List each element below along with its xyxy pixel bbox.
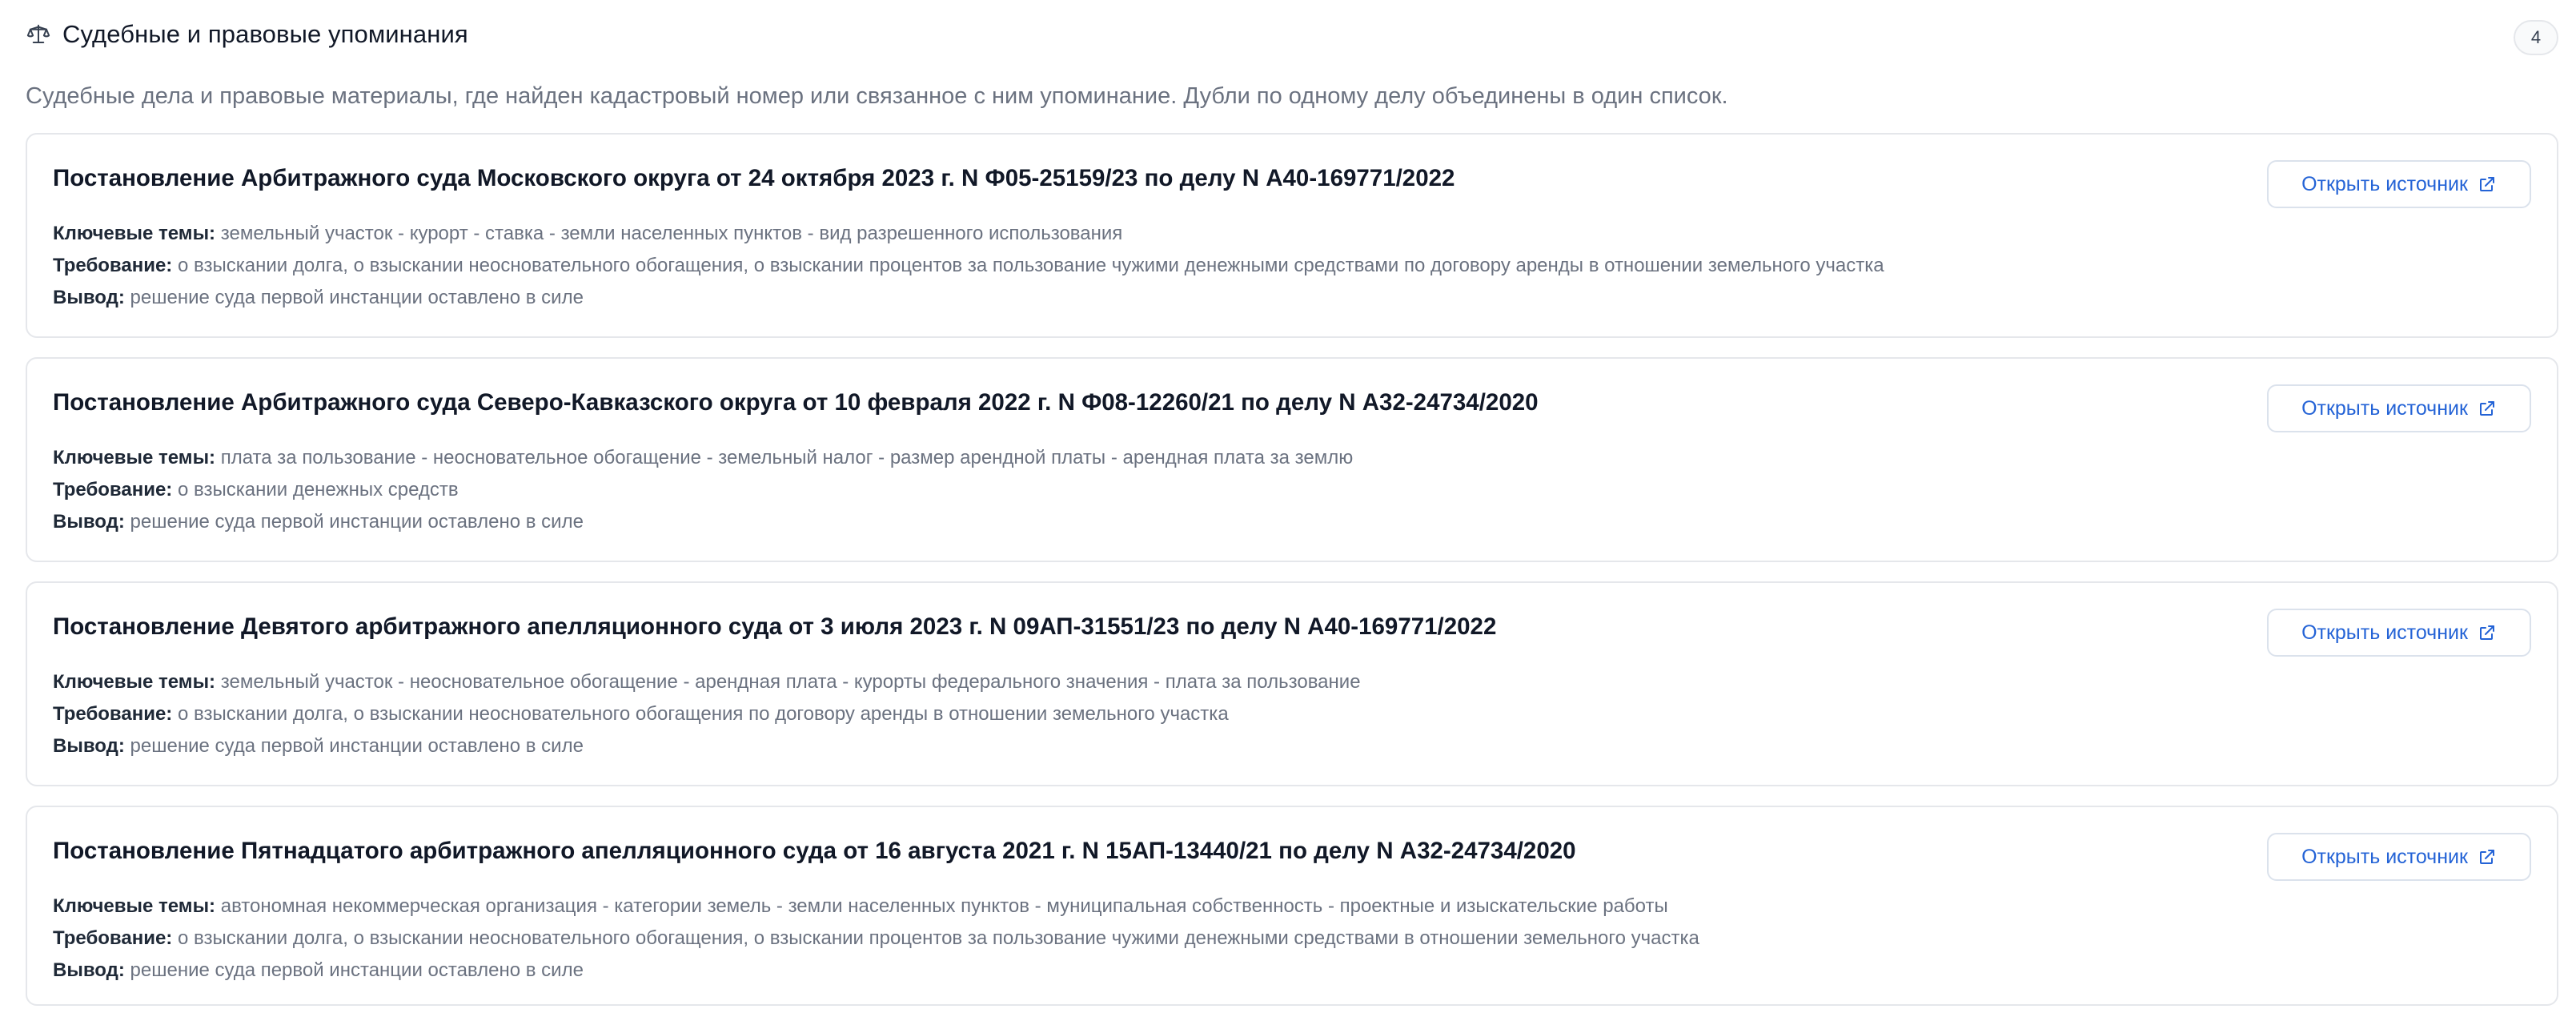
case-claim: Требование: о взыскании денежных средств	[53, 479, 459, 501]
section-title: Судебные и правовые упоминания	[62, 20, 468, 48]
legal-mentions-section: Судебные и правовые упоминания 4 Судебны…	[0, 0, 2576, 1009]
case-conclusion: Вывод: решение суда первой инстанции ост…	[53, 959, 584, 982]
claim-label: Требование:	[53, 255, 173, 276]
claim-value: о взыскании долга, о взыскании неосноват…	[177, 703, 1229, 725]
topics-label: Ключевые темы:	[53, 895, 216, 917]
external-link-icon	[2478, 175, 2497, 194]
case-title: Постановление Пятнадцатого арбитражного …	[53, 838, 1576, 864]
topics-value: автономная некоммерческая организация - …	[220, 895, 1668, 917]
external-link-icon	[2478, 623, 2497, 642]
topics-label: Ключевые темы:	[53, 223, 216, 244]
claim-value: о взыскании долга, о взыскании неосноват…	[177, 255, 1884, 276]
case-conclusion: Вывод: решение суда первой инстанции ост…	[53, 511, 584, 533]
case-conclusion: Вывод: решение суда первой инстанции ост…	[53, 287, 584, 309]
conclusion-value: решение суда первой инстанции оставлено …	[130, 287, 584, 308]
case-claim: Требование: о взыскании долга, о взыскан…	[53, 927, 1699, 950]
conclusion-value: решение суда первой инстанции оставлено …	[130, 735, 584, 757]
section-description: Судебные дела и правовые материалы, где …	[26, 83, 1728, 109]
claim-label: Требование:	[53, 927, 173, 949]
claim-label: Требование:	[53, 479, 173, 500]
open-source-button[interactable]: Открыть источник	[2267, 609, 2531, 657]
topics-value: земельный участок - неосновательное обог…	[220, 671, 1361, 693]
case-claim: Требование: о взыскании долга, о взыскан…	[53, 255, 1884, 277]
topics-value: плата за пользование - неосновательное о…	[220, 447, 1354, 468]
conclusion-label: Вывод:	[53, 735, 125, 757]
section-header: Судебные и правовые упоминания 4	[26, 14, 2558, 55]
open-source-label: Открыть источник	[2301, 396, 2468, 420]
conclusion-label: Вывод:	[53, 287, 125, 308]
external-link-icon	[2478, 847, 2497, 866]
count-badge: 4	[2514, 20, 2558, 55]
open-source-button[interactable]: Открыть источник	[2267, 833, 2531, 881]
open-source-button[interactable]: Открыть источник	[2267, 384, 2531, 432]
case-card: Постановление Пятнадцатого арбитражного …	[26, 806, 2558, 1006]
conclusion-label: Вывод:	[53, 959, 125, 981]
topics-label: Ключевые темы:	[53, 671, 216, 693]
case-conclusion: Вывод: решение суда первой инстанции ост…	[53, 735, 584, 758]
conclusion-value: решение суда первой инстанции оставлено …	[130, 511, 584, 533]
claim-value: о взыскании денежных средств	[177, 479, 459, 500]
external-link-icon	[2478, 399, 2497, 418]
case-title: Постановление Арбитражного суда Северо-К…	[53, 389, 1539, 416]
scale-icon	[26, 22, 51, 47]
conclusion-label: Вывод:	[53, 511, 125, 533]
case-card: Постановление Арбитражного суда Северо-К…	[26, 357, 2558, 562]
topics-label: Ключевые темы:	[53, 447, 216, 468]
case-topics: Ключевые темы: плата за пользование - не…	[53, 447, 1353, 469]
conclusion-value: решение суда первой инстанции оставлено …	[130, 959, 584, 981]
case-claim: Требование: о взыскании долга, о взыскан…	[53, 703, 1229, 726]
open-source-label: Открыть источник	[2301, 621, 2468, 644]
open-source-button[interactable]: Открыть источник	[2267, 160, 2531, 208]
open-source-label: Открыть источник	[2301, 172, 2468, 195]
case-topics: Ключевые темы: автономная некоммерческая…	[53, 895, 1668, 918]
claim-label: Требование:	[53, 703, 173, 725]
open-source-label: Открыть источник	[2301, 845, 2468, 868]
case-topics: Ключевые темы: земельный участок - неосн…	[53, 671, 1361, 693]
case-card: Постановление Арбитражного суда Московск…	[26, 133, 2558, 338]
case-topics: Ключевые темы: земельный участок - курор…	[53, 223, 1122, 245]
topics-value: земельный участок - курорт - ставка - зе…	[220, 223, 1123, 244]
case-title: Постановление Арбитражного суда Московск…	[53, 165, 1455, 191]
claim-value: о взыскании долга, о взыскании неосноват…	[177, 927, 1699, 949]
case-title: Постановление Девятого арбитражного апел…	[53, 613, 1497, 640]
case-card: Постановление Девятого арбитражного апел…	[26, 581, 2558, 786]
